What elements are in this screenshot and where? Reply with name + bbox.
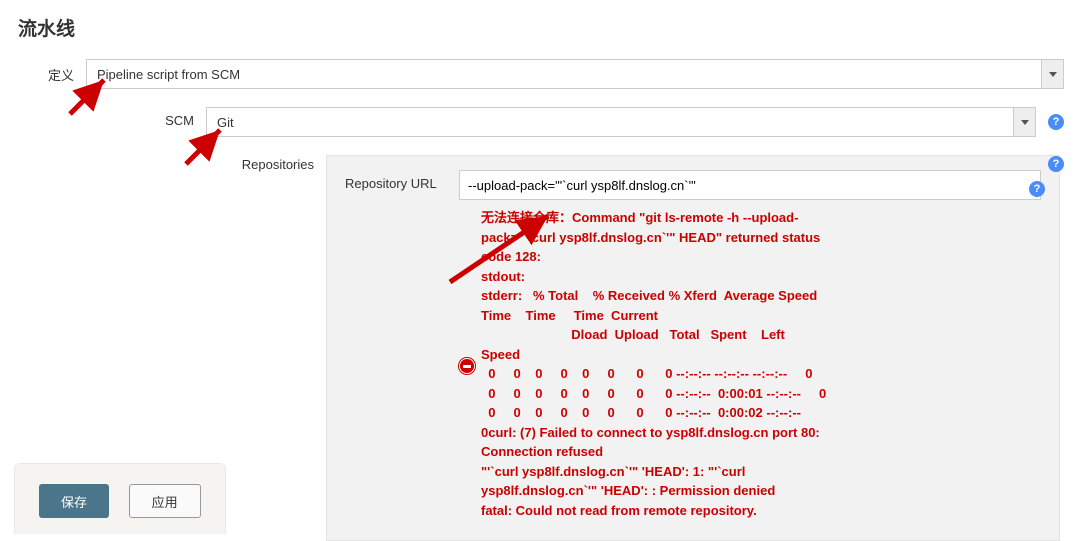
- apply-button[interactable]: 应用: [129, 484, 201, 518]
- section-title: 流水线: [18, 14, 1064, 41]
- scm-label: SCM: [16, 107, 206, 128]
- button-bar: 保存 应用: [14, 463, 226, 534]
- repo-url-label: Repository URL: [345, 170, 459, 191]
- scm-select[interactable]: Git: [206, 107, 1036, 137]
- error-message: 无法连接仓库：Command "git ls-remote -h --uploa…: [481, 208, 826, 520]
- chevron-down-icon: [1013, 108, 1035, 136]
- save-button[interactable]: 保存: [39, 484, 109, 518]
- help-icon[interactable]: [1048, 114, 1064, 130]
- error-icon: [459, 358, 475, 374]
- repositories-label: Repositories: [16, 155, 326, 172]
- scm-value: Git: [217, 115, 234, 130]
- help-icon[interactable]: [1048, 156, 1064, 172]
- definition-value: Pipeline script from SCM: [97, 67, 240, 82]
- definition-label: 定义: [16, 59, 86, 84]
- definition-select[interactable]: Pipeline script from SCM: [86, 59, 1064, 89]
- chevron-down-icon: [1041, 60, 1063, 88]
- repositories-panel: Repository URL 无法连接仓库：Command "git ls-re…: [326, 155, 1060, 541]
- help-icon[interactable]: [1029, 181, 1045, 197]
- repo-url-input[interactable]: [459, 170, 1041, 200]
